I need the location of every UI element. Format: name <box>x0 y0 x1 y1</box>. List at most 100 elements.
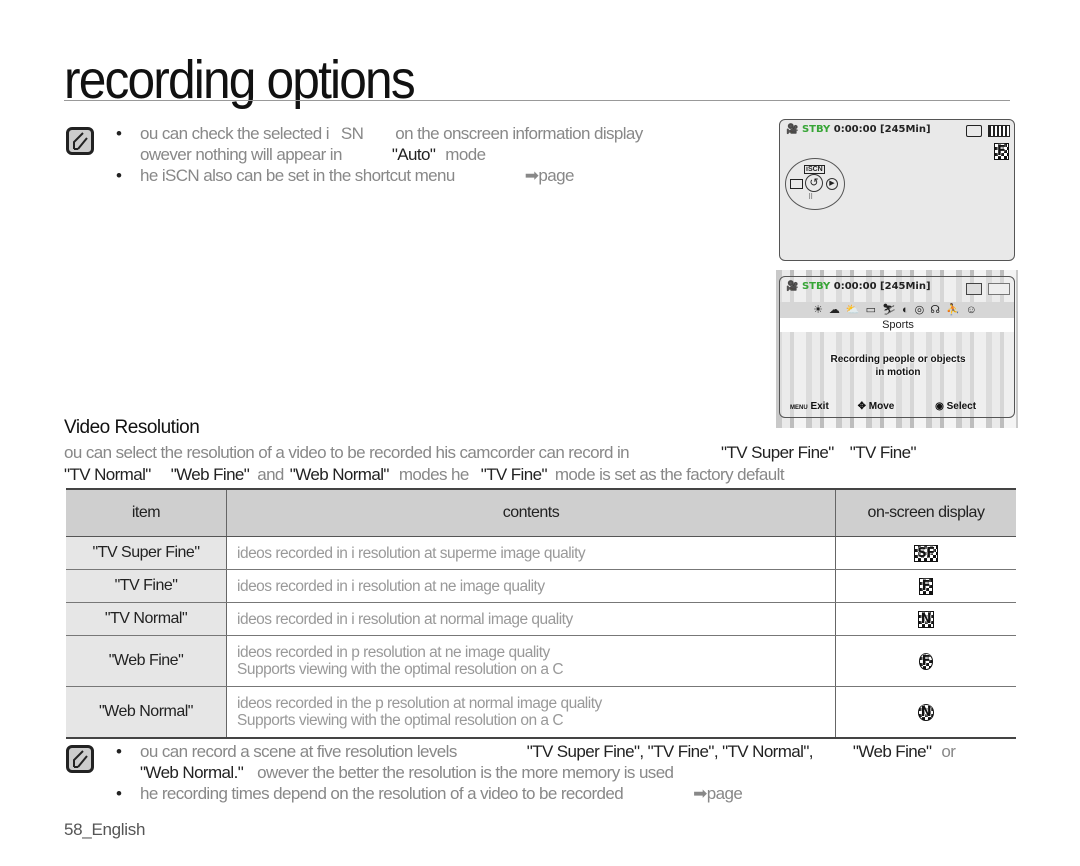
contents-line: ideos recorded in the p resolution at no… <box>237 695 602 712</box>
note-text: ou can record a scene at five resolution… <box>140 742 457 761</box>
contents-line: Supports viewing with the optimal resolu… <box>237 712 564 729</box>
resolution-badge-icon: N <box>917 704 935 721</box>
resolution-badge-icon: N <box>917 611 935 628</box>
section-paragraph: ou can select the resolution of a video … <box>64 442 917 486</box>
timecode: 0:00:00 [245Min] <box>833 281 931 292</box>
joystick-select-icon: ◉ <box>935 401 944 412</box>
header-item: item <box>66 488 227 537</box>
exposure-icon <box>790 179 803 189</box>
row-contents: ideos recorded in i resolution at normal… <box>226 602 836 636</box>
note-text: mode <box>445 145 486 164</box>
note-text: owever the better the resolution is the … <box>257 763 674 782</box>
row-item: "TV Super Fine" <box>66 536 227 570</box>
table-row: "Web Fine" ideos recorded in p resolution… <box>66 635 1016 687</box>
row-item: "Web Normal" <box>66 686 227 739</box>
note-pencil-icon <box>66 745 94 773</box>
menu-wheel[interactable]: iSCN ↺ ▶ ⠿ <box>785 158 845 210</box>
iscn-icon: iSCN <box>804 165 825 174</box>
row-display: N <box>835 686 1016 739</box>
section-heading: Video Resolution <box>64 417 200 438</box>
page-ref-link[interactable]: ➡page <box>693 784 743 803</box>
row-contents: ideos recorded in i resolution at superm… <box>226 536 836 570</box>
table-row: "TV Super Fine" ideos recorded in i resol… <box>66 536 1016 570</box>
note-text: SN <box>340 124 364 143</box>
scene-desc-line: in motion <box>875 367 921 378</box>
camcorder-mode-icon: 🎥 <box>786 124 799 135</box>
scene-icon-row[interactable]: ☀☁⛅▭⛷◐◎☊⛹☺ <box>780 302 1014 318</box>
page-title: recording options <box>64 50 416 110</box>
scene-label: Sports <box>780 318 1014 332</box>
contents-line: Supports viewing with the optimal resolu… <box>237 661 564 678</box>
page-ref-link[interactable]: ➡page <box>525 166 575 185</box>
row-display: N <box>835 602 1016 636</box>
select-guide[interactable]: Select <box>947 401 976 412</box>
camcorder-mode-icon: 🎥 <box>786 281 799 292</box>
resolution-badge-icon: SF <box>914 545 938 562</box>
note-emphasis: "Auto" <box>391 145 436 164</box>
row-item: "TV Normal" <box>66 602 227 636</box>
row-display: F <box>835 635 1016 687</box>
focus-icon: ⠿ <box>808 194 814 201</box>
para-text: modes he <box>398 465 469 484</box>
joystick-move-icon: ✥ <box>857 401 866 412</box>
resolution-icon: F <box>994 143 1009 160</box>
move-guide[interactable]: Move <box>869 401 895 412</box>
note-text: he iSCN also can be set in the shortcut … <box>140 166 455 185</box>
resolution-badge-icon: F <box>918 578 934 595</box>
resolution-table: item contents on-screen display "TV Supe… <box>66 488 1016 739</box>
row-display: F <box>835 569 1016 603</box>
table-row: "TV Fine" ideos recorded in i resolution … <box>66 569 1016 603</box>
note-bullet-cont: "Web Normal." owever the better the resol… <box>116 762 955 783</box>
para-text: ou can select the resolution of a video … <box>64 443 630 462</box>
para-emphasis: "Web Fine" <box>170 465 250 484</box>
note-bullet: • he iSCN also can be set in the shortcu… <box>116 166 575 185</box>
contents-line: ideos recorded in i resolution at superm… <box>237 544 586 562</box>
status-stby: STBY <box>801 124 831 135</box>
menu-key-label: MENU <box>790 405 808 411</box>
title-divider <box>64 100 1010 101</box>
screen-guide-bar: MENU Exit ✥ Move ◉ Select <box>790 401 976 412</box>
header-display: on-screen display <box>835 488 1016 537</box>
note-bullet: • ou can record a scene at five resoluti… <box>116 742 956 761</box>
battery-icon <box>988 125 1010 137</box>
screen-status-bar: 🎥 STBY 0:00:00 [245Min] <box>786 124 931 135</box>
battery-icon <box>988 283 1010 295</box>
scene-desc-line: Recording people or objects <box>830 354 966 365</box>
row-contents: ideos recorded in i resolution at ne ima… <box>226 569 836 603</box>
contents-line: ideos recorded in p resolution at ne ima… <box>237 644 550 661</box>
note-bullet: • he recording times depend on the resol… <box>116 784 743 803</box>
note-pencil-icon <box>66 127 94 155</box>
note-text: he recording times depend on the resolut… <box>140 784 624 803</box>
top-note-list: • ou can check the selected i SN on the on… <box>116 123 643 186</box>
status-stby: STBY <box>801 281 831 292</box>
bottom-note-list: • ou can record a scene at five resoluti… <box>116 741 956 804</box>
play-icon: ▶ <box>826 178 838 190</box>
row-display: SF <box>835 536 1016 570</box>
scene-description: Recording people or objects in motion <box>780 353 1014 379</box>
row-contents: ideos recorded in the p resolution at no… <box>226 686 836 739</box>
para-emphasis: "TV Fine" <box>480 465 548 484</box>
row-item: "Web Fine" <box>66 635 227 687</box>
note-text: on the onscreen information display <box>395 124 643 143</box>
contents-line: ideos recorded in i resolution at ne ima… <box>237 577 545 595</box>
note-text: ou can check the selected i <box>140 124 329 143</box>
table-row: "TV Normal" ideos recorded in i resolutio… <box>66 602 1016 636</box>
para-text: mode is set as the factory default <box>554 465 785 484</box>
row-item: "TV Fine" <box>66 569 227 603</box>
return-icon: ↺ <box>805 174 823 192</box>
timecode: 0:00:00 [245Min] <box>833 124 931 135</box>
contents-line: ideos recorded in i resolution at normal… <box>237 610 573 628</box>
para-text: and <box>257 465 284 484</box>
note-emphasis: "Web Fine" <box>852 742 932 761</box>
para-emphasis: "TV Fine" <box>849 443 917 462</box>
table-header-row: item contents on-screen display <box>66 488 1016 537</box>
screen-status-bar: 🎥 STBY 0:00:00 [245Min] <box>786 281 931 292</box>
camera-screen-standby: 🎥 STBY 0:00:00 [245Min] F iSCN ↺ ▶ ⠿ <box>779 119 1015 261</box>
header-contents: contents <box>226 488 836 537</box>
camera-screen-scene-menu: 🎥 STBY 0:00:00 [245Min] ☀☁⛅▭⛷◐◎☊⛹☺ Sport… <box>779 276 1015 418</box>
note-bullet-cont: owever nothing will appear in "Auto" mode <box>116 144 643 165</box>
para-emphasis: "TV Super Fine" <box>721 443 834 462</box>
exit-guide[interactable]: Exit <box>810 401 828 412</box>
memory-card-icon <box>966 283 982 295</box>
note-emphasis: "Web Normal." <box>140 763 244 782</box>
